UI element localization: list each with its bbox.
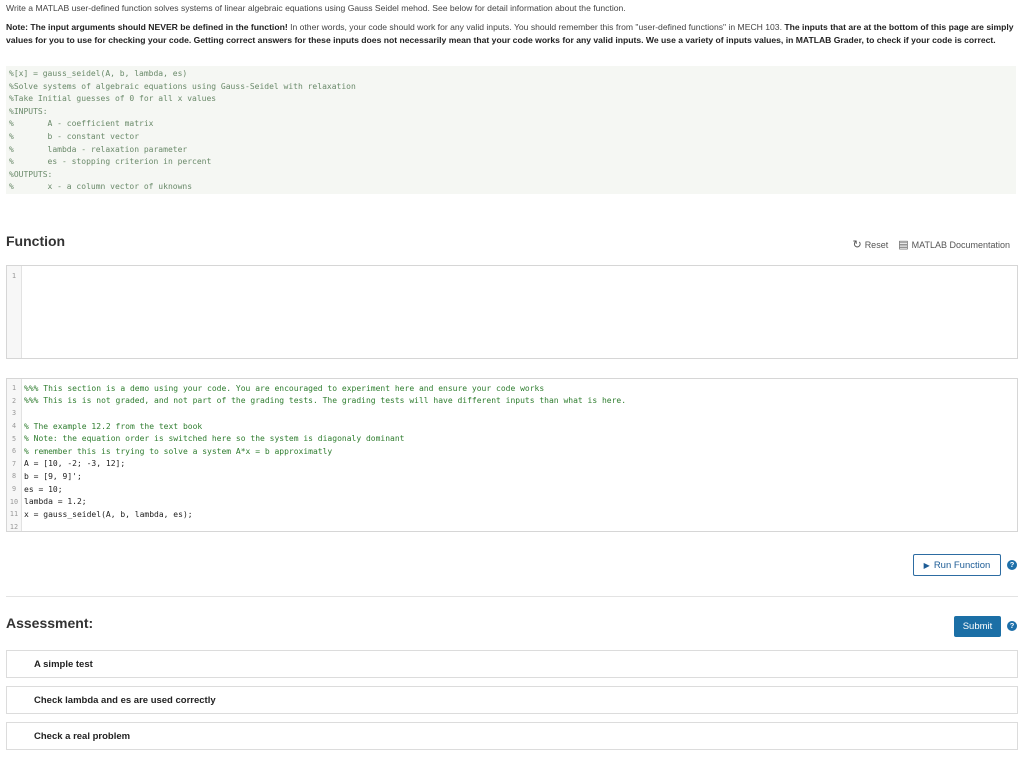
script-line: 4 % The example 12.2 from the text book [7,420,1017,433]
assessment-test-3[interactable]: Check a real problem [6,722,1018,750]
reset-button[interactable]: ↻ Reset [852,238,888,251]
function-editor[interactable]: 1 [6,265,1018,359]
run-help-icon[interactable]: ? [1007,560,1017,570]
note-text: Note: The input arguments should NEVER b… [6,21,1016,48]
script-lines: 1 %%% This section is a demo using your c… [7,382,1017,533]
reset-label: Reset [864,239,889,250]
description-code-line: %Solve systems of algebraic equations us… [9,81,356,91]
line-number: 12 [9,522,19,531]
description-code-line: %Take Initial guesses of 0 for all x val… [9,94,217,104]
problem-description: Write a MATLAB user-defined function sol… [6,2,1016,53]
script-line: 5 % Note: the equation order is switched … [7,432,1017,445]
line-number: 10 [9,497,19,506]
script-line: 8 b = [9, 9]'; [7,470,1017,483]
description-code-line: %[x] = gauss_seidel(A, b, lambda, es) [9,69,188,78]
script-line: 12 [7,521,1017,534]
script-line: 6 % remember this is trying to solve a sy… [7,445,1017,458]
reset-icon: ↻ [852,239,862,251]
script-line: 1 %%% This section is a demo using your c… [7,382,1017,395]
script-line-text: es = 10; [24,484,63,494]
intro-text: Write a MATLAB user-defined function sol… [6,3,626,13]
section-divider [6,596,1018,597]
note-body: In other words, your code should work fo… [287,21,785,32]
line-number: 1 [11,272,17,280]
script-line: 10 lambda = 1.2; [7,495,1017,508]
description-code-line: %OUTPUTS: [9,169,53,179]
script-line-text: % remember this is trying to solve a sys… [24,446,333,456]
script-line-text: %%% This is is not graded, and not part … [24,396,627,406]
script-line-text: % The example 12.2 from the text book [24,421,203,431]
run-function-button[interactable]: ▶ Run Function [913,554,1001,576]
script-editor[interactable]: 1 %%% This section is a demo using your c… [6,378,1018,532]
documentation-icon: ▤ [898,239,909,251]
run-function-label: Run Function [933,559,991,571]
script-line-text: % Note: the equation order is switched h… [24,434,405,444]
script-line: 7 A = [10, -2; -3, 12]; [7,458,1017,471]
description-code-line: % es - stopping criterion in percent [9,157,212,167]
assessment-test-1[interactable]: A simple test [6,650,1018,678]
function-description-code: %[x] = gauss_seidel(A, b, lambda, es) %So… [6,66,1016,194]
assessment-title: Assessment: [6,615,94,631]
line-number: 7 [11,459,17,468]
script-line: 3 [7,407,1017,420]
note-label: Note: The input arguments should NEVER b… [6,21,288,32]
description-code-line: % b - constant vector [9,131,140,141]
function-editor-gutter: 1 [7,266,22,358]
line-number: 6 [11,447,17,456]
script-line: 9 es = 10; [7,483,1017,496]
assessment-test-2[interactable]: Check lambda and es are used correctly [6,686,1018,714]
description-code-line: %INPUTS: [9,106,48,116]
function-title: Function [6,233,66,249]
line-number: 9 [11,485,17,494]
documentation-label: MATLAB Documentation [911,239,1010,250]
script-line-text: x = gauss_seidel(A, b, lambda, es); [24,509,193,519]
script-line: 11 x = gauss_seidel(A, b, lambda, es); [7,508,1017,521]
submit-button[interactable]: Submit [954,616,1001,637]
script-line-text: %%% This section is a demo using your co… [24,383,545,393]
matlab-documentation-link[interactable]: ▤ MATLAB Documentation [898,238,1010,251]
line-number: 5 [11,434,17,443]
description-code-line: % A - coefficient matrix [9,119,154,129]
line-number: 4 [11,422,17,431]
script-line-text: lambda = 1.2; [24,497,87,507]
line-number: 8 [11,472,17,481]
description-code-line: % x - a column vector of uknowns [9,182,193,192]
line-number: 11 [9,510,19,519]
function-toolbar: ↻ Reset ▤ MATLAB Documentation [852,238,1010,251]
play-icon: ▶ [923,560,930,570]
line-number: 1 [11,384,17,393]
script-line-text: b = [9, 9]'; [24,471,82,481]
description-code-line: % lambda - relaxation parameter [9,144,188,154]
line-number: 2 [11,396,17,405]
line-number: 3 [11,409,17,418]
script-line-text: A = [10, -2; -3, 12]; [24,459,126,469]
script-line: 2 %%% This is is not graded, and not part… [7,395,1017,408]
submit-help-icon[interactable]: ? [1007,621,1017,631]
